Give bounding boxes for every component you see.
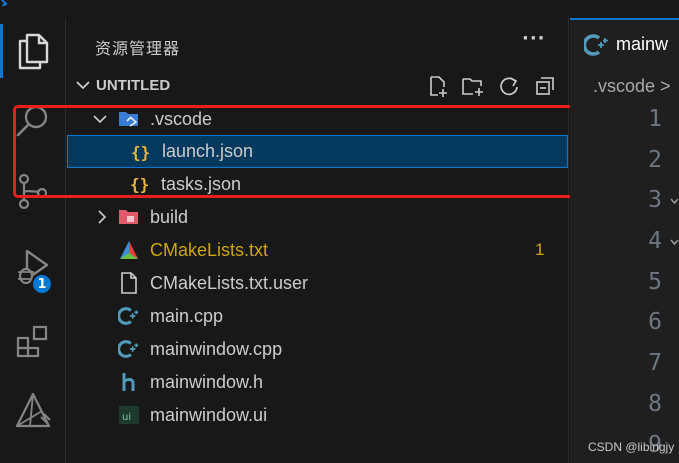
source-control-icon: [18, 173, 48, 210]
tree-item-main-cpp[interactable]: main.cpp: [67, 300, 568, 333]
activity-source-control[interactable]: [0, 158, 66, 224]
fold-chevron-icon[interactable]: [670, 197, 679, 206]
tree-item-vscode-folder[interactable]: .vscode: [67, 103, 568, 136]
extensions-icon: [16, 325, 48, 358]
tree-item-label: CMakeLists.txt.user: [150, 273, 309, 293]
cpp-icon: [118, 305, 140, 327]
vscode-folder-icon: [118, 108, 140, 130]
activity-cmake[interactable]: [0, 378, 66, 444]
build-folder-icon: [118, 206, 140, 228]
watermark: CSDN @libingjy: [588, 440, 675, 454]
tree-item-label: mainwindow.ui: [150, 405, 268, 425]
tree-item-label: mainwindow.cpp: [150, 339, 283, 359]
cmake-icon: [15, 392, 51, 428]
explorer-title: 资源管理器: [95, 39, 181, 58]
more-actions-button[interactable]: ···: [522, 28, 546, 49]
collapse-all-button[interactable]: [532, 73, 558, 99]
new-file-icon: [430, 76, 447, 97]
tree-item-label: tasks.json: [161, 174, 242, 194]
tree-item-mainwindow-h[interactable]: mainwindow.h: [67, 366, 568, 399]
activity-search[interactable]: [0, 88, 66, 154]
refresh-button[interactable]: [496, 73, 522, 99]
activity-bar: 1: [0, 18, 66, 463]
tree-item-label: .vscode: [150, 109, 213, 129]
line-number: 4: [648, 228, 662, 254]
json-icon: {}: [131, 141, 153, 163]
refresh-icon: [500, 77, 518, 96]
line-number: 2: [648, 147, 662, 173]
activity-run-debug[interactable]: 1: [0, 234, 66, 300]
json-icon: {}: [130, 173, 152, 195]
line-number: 1: [648, 106, 662, 132]
tree-item-label: mainwindow.h: [150, 372, 264, 392]
chevron-down-icon: [93, 115, 107, 124]
explorer-sidebar: 资源管理器 ··· UNTITLED .vscode {} launch.jso…: [67, 18, 569, 463]
workspace-section-header[interactable]: UNTITLED: [67, 70, 568, 102]
debug-badge: 1: [31, 273, 53, 295]
new-file-button[interactable]: [425, 73, 451, 99]
activity-extensions[interactable]: [0, 308, 66, 374]
title-bar: [0, 0, 679, 18]
chevron-right-icon: [98, 210, 107, 224]
line-number: 7: [648, 350, 662, 376]
tree-item-label: launch.json: [162, 141, 254, 161]
files-icon: [18, 33, 49, 70]
line-number: 8: [648, 391, 662, 417]
breadcrumb[interactable]: .vscode >: [593, 76, 671, 97]
header-icon: [118, 371, 140, 393]
editor-area: mainw .vscode > 1 2 3 4 5 6 7 8 9: [570, 18, 679, 463]
title-bar-fragment: [1, 0, 8, 6]
collapse-all-icon: [536, 77, 554, 95]
problem-count-badge: 1: [535, 240, 545, 259]
file-icon: [118, 272, 140, 294]
line-number: 5: [648, 269, 662, 295]
chevron-down-icon: [76, 81, 90, 90]
tree-item-tasks-json[interactable]: {} tasks.json: [67, 168, 568, 201]
new-folder-button[interactable]: [460, 73, 486, 99]
tree-item-cmakelists-user[interactable]: CMakeLists.txt.user: [67, 267, 568, 300]
svg-text:{}: {}: [131, 143, 150, 162]
cmake-file-icon: [118, 239, 140, 261]
tree-item-build-folder[interactable]: build: [67, 201, 568, 234]
cpp-icon: [118, 338, 140, 360]
tree-item-mainwindow-ui[interactable]: ui mainwindow.ui: [67, 399, 568, 432]
search-icon: [16, 105, 48, 137]
tree-item-mainwindow-cpp[interactable]: mainwindow.cpp: [67, 333, 568, 366]
new-folder-icon: [462, 78, 483, 96]
tree-item-launch-json[interactable]: {} launch.json: [67, 135, 568, 168]
tree-item-label: build: [150, 207, 189, 227]
fold-chevron-icon[interactable]: [670, 238, 679, 247]
ui-file-icon: ui: [118, 404, 140, 426]
svg-text:{}: {}: [130, 175, 149, 194]
tree-item-label: main.cpp: [150, 306, 224, 326]
cpp-icon: [582, 33, 610, 61]
line-number: 3: [648, 187, 662, 213]
svg-text:ui: ui: [122, 412, 131, 423]
activity-explorer[interactable]: [0, 18, 66, 84]
editor-tab-mainwindow[interactable]: mainw: [570, 18, 679, 68]
line-number: 6: [648, 309, 662, 335]
tree-item-cmakelists[interactable]: CMakeLists.txt 1: [67, 234, 568, 267]
tree-item-label: CMakeLists.txt: [150, 240, 269, 260]
workspace-name: UNTITLED: [96, 77, 171, 94]
tab-label: mainw: [616, 34, 669, 54]
